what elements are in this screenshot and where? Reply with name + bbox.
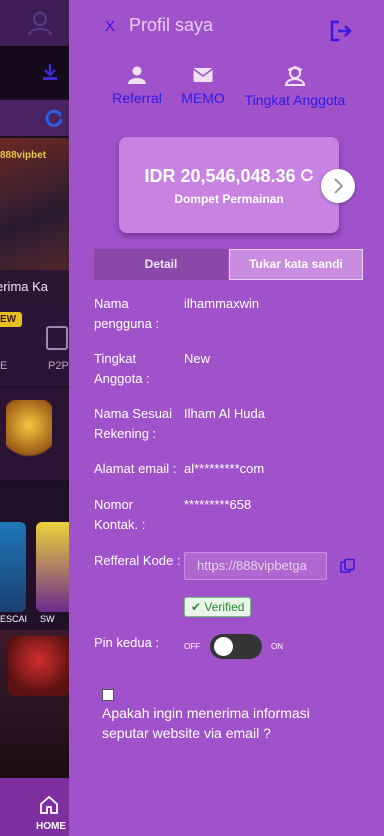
email-label: Alamat email : [94, 461, 177, 476]
nav-memo[interactable]: MEMO [180, 66, 226, 106]
bg-banner-logo: 888vipbet [0, 150, 47, 161]
bg-lucky-wheel-image[interactable] [8, 636, 70, 696]
mail-icon [193, 68, 213, 82]
wallet-amount-row: IDR 20,546,048.36 [119, 166, 339, 187]
tab-change-password[interactable]: Tukar kata sandi [229, 249, 363, 280]
member-level-value: New [184, 351, 211, 366]
pin-toggle[interactable] [210, 634, 262, 659]
verified-badge: ✔ Verified [184, 597, 252, 617]
bg-game-tile[interactable] [36, 522, 70, 612]
user-icon[interactable] [26, 9, 54, 37]
refresh-icon[interactable] [44, 108, 64, 128]
nav-memo-label: MEMO [181, 90, 225, 106]
pin-on-label: ON [271, 642, 283, 651]
tab-detail[interactable]: Detail [94, 249, 228, 280]
nav-tingkat-anggota[interactable]: Tingkat Anggota [242, 66, 348, 108]
chevron-right-icon [334, 178, 344, 194]
email-opt-in-checkbox[interactable] [102, 689, 114, 701]
close-button[interactable]: X [105, 18, 115, 35]
member-level-label: Tingkat Anggota : [94, 351, 150, 386]
referral-code-label: Refferal Kode : [94, 553, 181, 568]
refresh-icon[interactable] [300, 168, 314, 182]
wallet-label: Dompet Permainan [174, 192, 284, 206]
panel-title: Profil saya [129, 15, 214, 35]
nav-tingkat-label: Tingkat Anggota [244, 92, 346, 108]
member-level-icon [284, 66, 306, 86]
treasure-chest-image[interactable] [6, 400, 52, 464]
bg-marquee-text: erima Ka [0, 279, 49, 294]
username-value: ilhammaxwin [184, 296, 260, 311]
account-name-label: Nama Sesuai Rekening : [94, 406, 173, 441]
phone-value: *********658 [184, 497, 252, 512]
copy-icon[interactable] [340, 558, 356, 574]
account-name-value: Ilham Al Huda [184, 406, 265, 421]
referral-code-input[interactable]: https://888vipbetga [184, 552, 327, 580]
bg-category-label: E [0, 360, 8, 372]
p2p-icon[interactable] [46, 326, 68, 350]
wallet-card: IDR 20,546,048.36 Dompet Permainan [119, 137, 339, 233]
phone-label: Nomor Kontak. : [94, 497, 146, 532]
nav-referral-label: Referral [112, 90, 162, 106]
nav-referral[interactable]: Referral [111, 66, 163, 106]
wallet-amount: IDR 20,546,048.36 [144, 166, 296, 186]
bg-game-label: SW [40, 614, 55, 624]
wallet-next-button[interactable] [321, 169, 355, 203]
pin-label: Pin kedua : [94, 635, 160, 650]
bg-game-tile[interactable] [0, 522, 26, 612]
email-value: al*********com [184, 461, 265, 476]
bg-new-badge: EW [0, 312, 23, 327]
bg-category-p2p[interactable]: P2P [48, 360, 69, 372]
pin-off-label: OFF [184, 642, 200, 651]
home-icon[interactable] [38, 794, 60, 816]
email-opt-in-text: Apakah ingin menerima informasi seputar … [102, 705, 310, 741]
verified-label: Verified [204, 600, 245, 614]
check-icon: ✔ [191, 600, 202, 614]
logout-icon[interactable] [330, 20, 352, 42]
profile-panel: X Profil saya Referral MEMO Tingkat Angg… [69, 0, 384, 836]
bg-game-label: ESCAI [0, 614, 28, 624]
download-icon[interactable] [40, 62, 60, 82]
home-label: HOME [36, 821, 66, 832]
user-icon [128, 66, 146, 84]
username-label: Nama pengguna : [94, 296, 160, 331]
bg-marquee: erima Ka [0, 270, 70, 306]
pin-toggle-knob [214, 637, 233, 656]
